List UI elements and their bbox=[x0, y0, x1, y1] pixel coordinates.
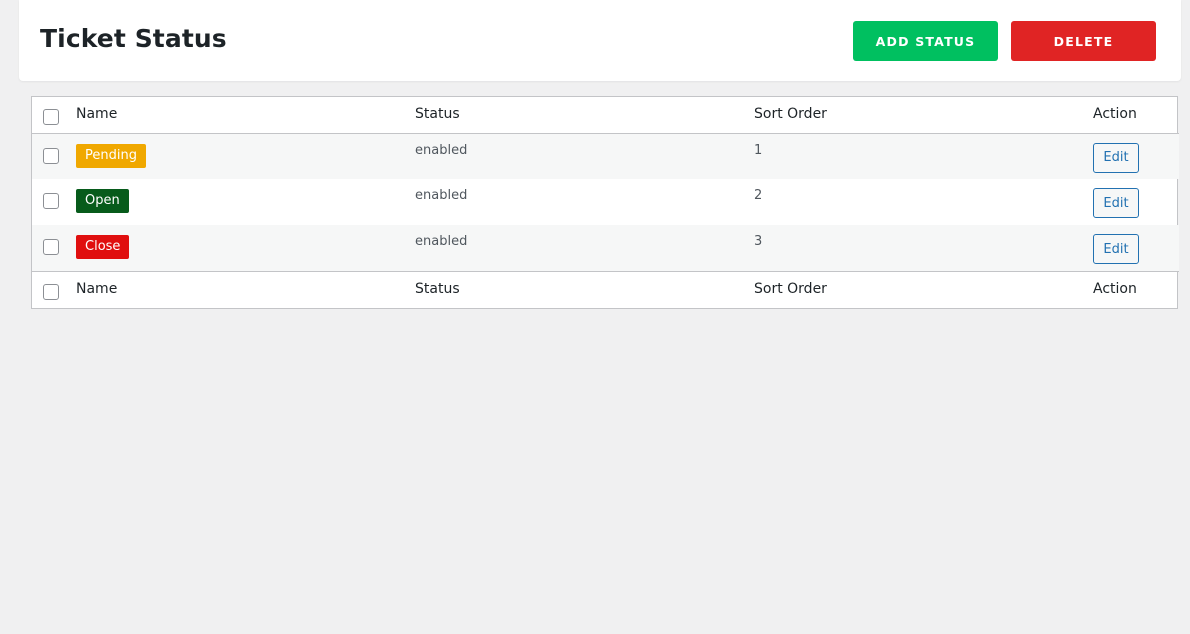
status-value: enabled bbox=[415, 234, 468, 249]
status-badge: Close bbox=[76, 235, 130, 259]
footer-header-action: Action bbox=[1093, 280, 1137, 297]
status-badge: Pending bbox=[76, 143, 146, 168]
select-all-checkbox[interactable] bbox=[43, 109, 59, 125]
delete-button[interactable]: DELETE bbox=[1011, 21, 1156, 61]
row-checkbox[interactable] bbox=[43, 147, 59, 164]
column-header-action: Action bbox=[1093, 106, 1137, 122]
row-checkbox[interactable] bbox=[43, 193, 59, 209]
table-row: Pending enabled 1 Edit bbox=[32, 133, 1179, 179]
footer-header-sort-order[interactable]: Sort Order bbox=[754, 271, 1093, 307]
sort-order-value: 1 bbox=[754, 142, 763, 158]
footer-header-status[interactable]: Status bbox=[415, 271, 754, 307]
column-header-name[interactable]: Name bbox=[76, 97, 415, 133]
status-table: Name Status Sort Order Action Pending en… bbox=[31, 96, 1179, 309]
edit-button[interactable]: Edit bbox=[1093, 142, 1139, 173]
column-header-status[interactable]: Status bbox=[415, 97, 754, 133]
edit-button[interactable]: Edit bbox=[1093, 234, 1139, 264]
table-header-row: Name Status Sort Order Action bbox=[32, 97, 1179, 133]
status-value: enabled bbox=[415, 188, 468, 203]
add-status-button[interactable]: ADD STATUS bbox=[853, 21, 998, 61]
sort-order-value: 2 bbox=[754, 188, 763, 203]
edit-button[interactable]: Edit bbox=[1093, 188, 1139, 218]
status-badge: Open bbox=[76, 189, 129, 213]
column-header-sort-order[interactable]: Sort Order bbox=[754, 97, 1093, 133]
table-footer-row: Name Status Sort Order Action bbox=[32, 271, 1179, 307]
select-all-checkbox-footer[interactable] bbox=[43, 283, 59, 300]
table-row: Open enabled 2 Edit bbox=[32, 179, 1179, 225]
table-row: Close enabled 3 Edit bbox=[32, 225, 1179, 271]
page-title: Ticket Status bbox=[40, 24, 227, 53]
footer-header-name[interactable]: Name bbox=[76, 271, 415, 307]
page-header: Ticket Status ADD STATUS DELETE bbox=[19, 0, 1181, 81]
row-checkbox[interactable] bbox=[43, 239, 59, 255]
sort-order-value: 3 bbox=[754, 234, 763, 249]
status-value: enabled bbox=[415, 142, 468, 158]
